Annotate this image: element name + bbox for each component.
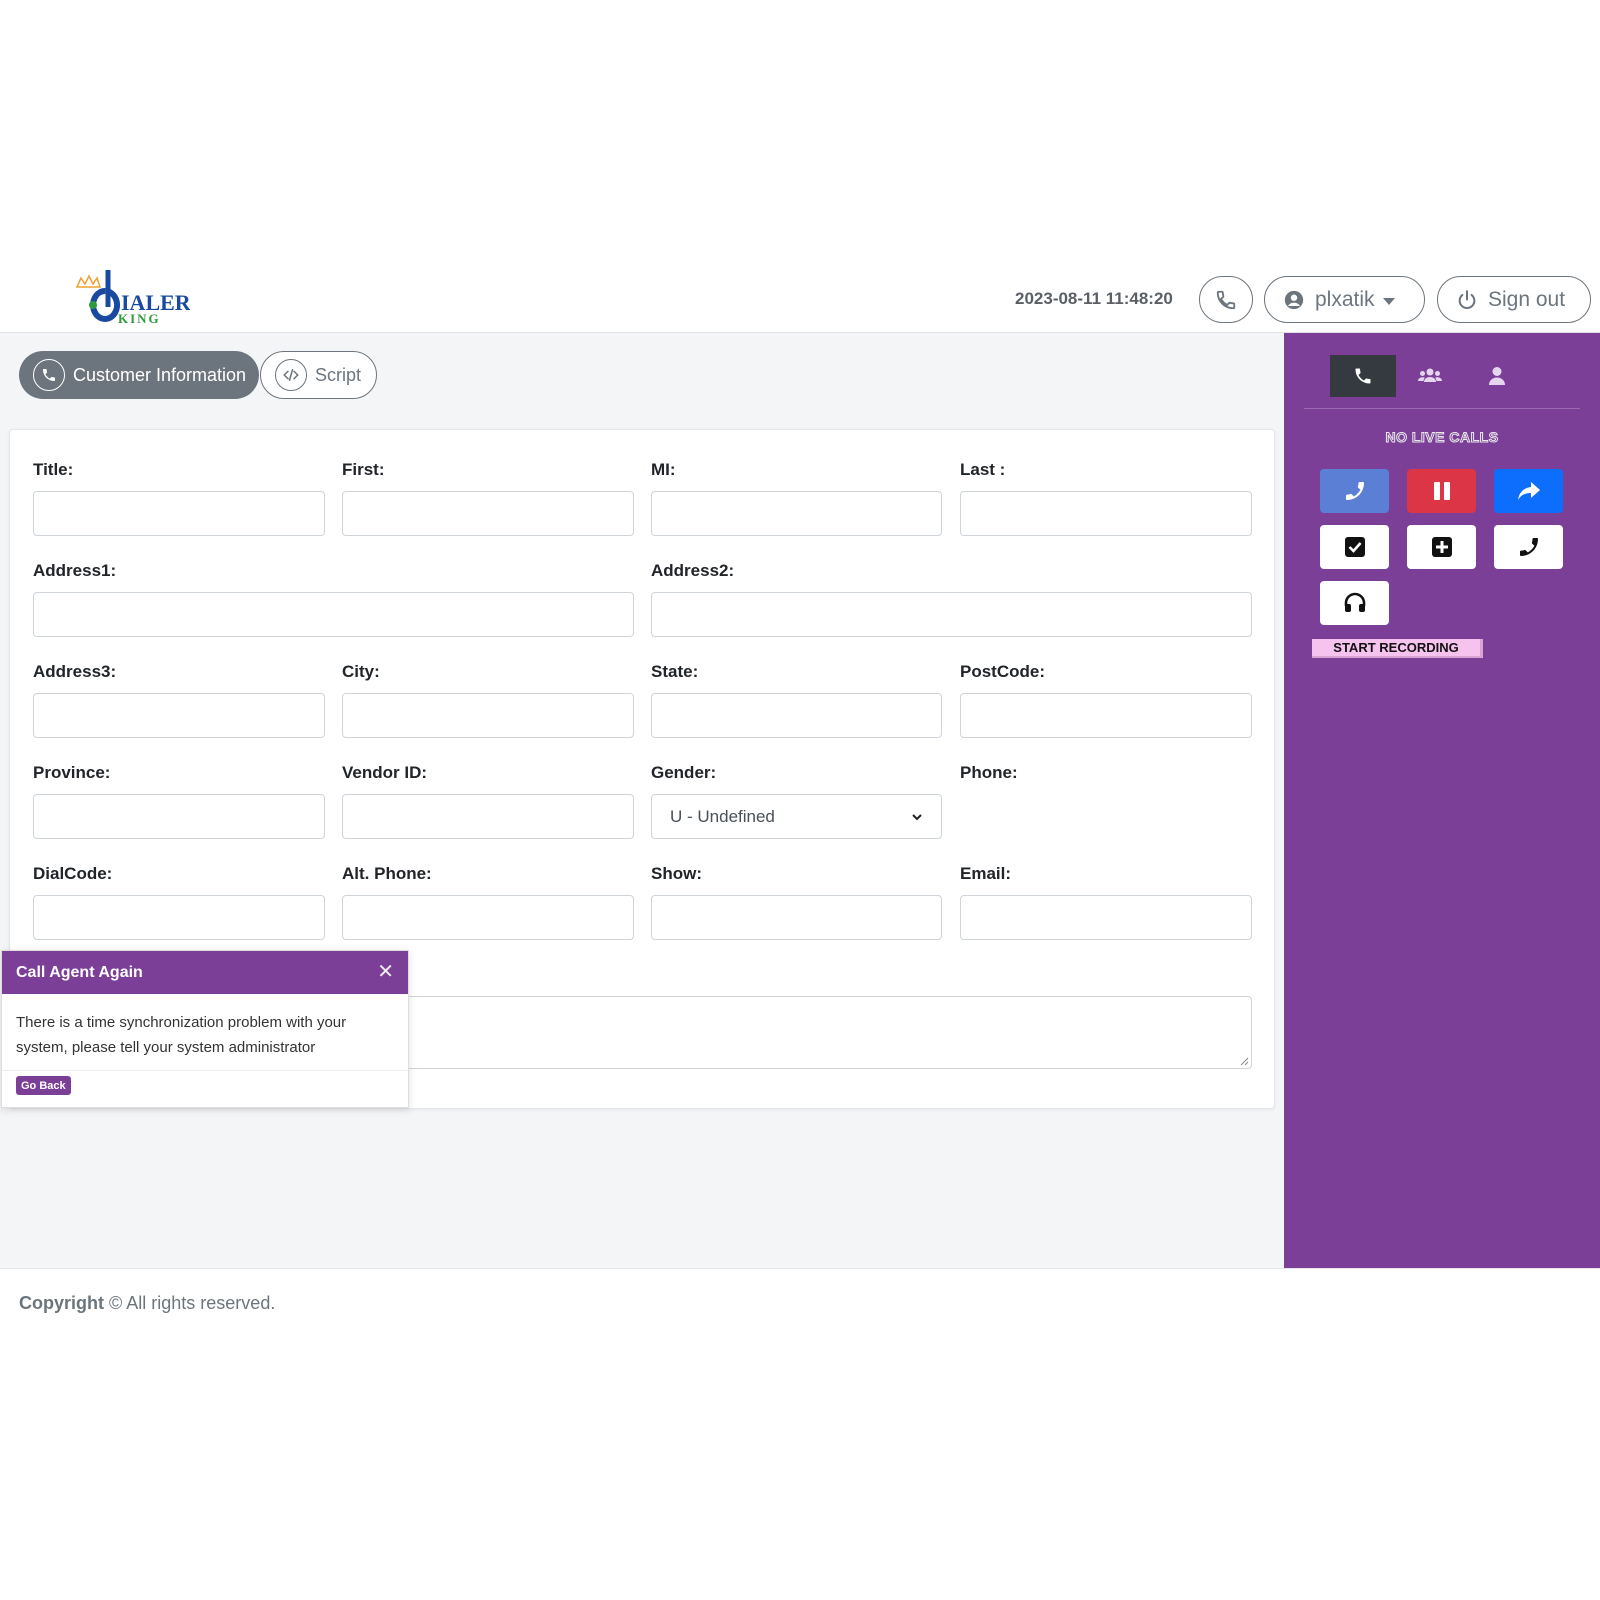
start-recording-button[interactable]: START RECORDING <box>1312 639 1483 658</box>
transfer-button[interactable] <box>1494 469 1563 513</box>
copyright-bold: Copyright <box>19 1293 104 1313</box>
email-input[interactable] <box>960 895 1252 940</box>
user-menu-button[interactable]: plxatik <box>1264 276 1425 323</box>
footer: Copyright © All rights reserved. <box>0 1268 1600 1328</box>
gender-label: Gender: <box>651 763 717 782</box>
phone-icon <box>33 359 65 391</box>
first-name-input[interactable] <box>342 491 634 536</box>
chevron-down-icon <box>1382 297 1395 305</box>
dialer-king-logo[interactable]: IALER KING <box>75 269 192 329</box>
copyright-text: Copyright © All rights reserved. <box>19 1293 275 1314</box>
phone-status-button[interactable] <box>1199 276 1253 323</box>
share-icon <box>1517 482 1540 500</box>
phone-icon <box>1355 368 1371 384</box>
title-label: Title: <box>33 460 74 479</box>
check-square-icon <box>1344 537 1365 557</box>
agent-control-sidebar: NO LIVE CALLS START RECORDING <box>1284 333 1600 1268</box>
state-label: State: <box>651 662 699 681</box>
dialcode-label: DialCode: <box>33 864 113 883</box>
province-label: Province: <box>33 763 111 782</box>
no-live-calls-status: NO LIVE CALLS <box>1385 429 1499 446</box>
phone-icon <box>1345 482 1364 500</box>
alt-phone-input[interactable] <box>342 895 634 940</box>
vendor-id-input[interactable] <box>342 794 634 839</box>
disposition-button[interactable] <box>1320 525 1389 569</box>
tab-script-label: Script <box>315 364 362 385</box>
add-button[interactable] <box>1407 525 1476 569</box>
address2-input[interactable] <box>651 592 1252 637</box>
chevron-down-icon <box>912 813 922 820</box>
state-input[interactable] <box>651 693 942 738</box>
user-circle-icon <box>1284 290 1304 309</box>
username: plxatik <box>1315 287 1375 311</box>
pause-icon <box>1433 482 1450 500</box>
sidebar-tab-profile[interactable] <box>1464 355 1530 397</box>
email-label: Email: <box>960 864 1012 883</box>
postcode-label: PostCode: <box>960 662 1045 681</box>
vendor-id-label: Vendor ID: <box>342 763 428 782</box>
phone-label: Phone: <box>960 763 1018 782</box>
show-input[interactable] <box>651 895 942 940</box>
plus-square-icon <box>1431 537 1452 557</box>
dial-button[interactable] <box>1320 469 1389 513</box>
alt-phone-label: Alt. Phone: <box>342 864 432 883</box>
copyright-rest: © All rights reserved. <box>104 1293 276 1313</box>
gender-select[interactable]: U - Undefined <box>651 794 942 839</box>
sidebar-tab-agents[interactable] <box>1397 355 1463 397</box>
city-input[interactable] <box>342 693 634 738</box>
top-header: IALER KING 2023-08-11 11:48:20 plxatik S… <box>0 265 1600 333</box>
sidebar-tabs <box>1304 355 1580 409</box>
postcode-input[interactable] <box>960 693 1252 738</box>
listen-button[interactable] <box>1320 581 1389 625</box>
main-content: Customer Information Script Title: First… <box>0 333 1284 1268</box>
address1-input[interactable] <box>33 592 634 637</box>
address2-label: Address2: <box>651 561 735 580</box>
call-agent-again-toast: Call Agent Again ✕ There is a time synch… <box>1 950 409 1108</box>
first-name-label: First: <box>342 460 385 479</box>
headphones-icon <box>1344 592 1365 612</box>
manual-dial-button[interactable] <box>1494 525 1563 569</box>
logo-sub-text: KING <box>118 311 161 326</box>
code-icon <box>275 359 307 391</box>
city-label: City: <box>342 662 380 681</box>
gender-selected-value: U - Undefined <box>670 806 775 826</box>
phone-icon <box>1216 290 1236 309</box>
toast-title: Call Agent Again <box>16 963 143 981</box>
last-name-label: Last : <box>960 460 1006 479</box>
show-label: Show: <box>651 864 702 883</box>
user-icon <box>1489 367 1505 385</box>
address3-label: Address3: <box>33 662 117 681</box>
province-input[interactable] <box>33 794 325 839</box>
sign-out-label: Sign out <box>1488 287 1566 311</box>
middle-initial-input[interactable] <box>651 491 942 536</box>
tab-customer-label: Customer Information <box>73 364 247 385</box>
resize-handle-icon[interactable] <box>1239 1056 1249 1066</box>
power-icon <box>1458 289 1476 309</box>
users-icon <box>1418 368 1442 382</box>
toast-message: There is a time synchronization problem … <box>2 994 408 1071</box>
address1-label: Address1: <box>33 561 117 580</box>
phone-icon <box>1519 538 1538 556</box>
middle-initial-label: MI: <box>651 460 676 479</box>
title-input[interactable] <box>33 491 325 536</box>
toast-header: Call Agent Again ✕ <box>2 951 408 994</box>
tab-script[interactable]: Script <box>260 351 377 399</box>
server-datetime: 2023-08-11 11:48:20 <box>1015 289 1173 308</box>
go-back-button[interactable]: Go Back <box>16 1076 71 1095</box>
pause-button[interactable] <box>1407 469 1476 513</box>
tab-customer-information[interactable]: Customer Information <box>19 351 259 399</box>
sidebar-tab-calls[interactable] <box>1330 355 1396 397</box>
address3-input[interactable] <box>33 693 325 738</box>
sign-out-button[interactable]: Sign out <box>1437 276 1591 323</box>
dialcode-input[interactable] <box>33 895 325 940</box>
close-icon[interactable]: ✕ <box>377 959 394 984</box>
last-name-input[interactable] <box>960 491 1252 536</box>
